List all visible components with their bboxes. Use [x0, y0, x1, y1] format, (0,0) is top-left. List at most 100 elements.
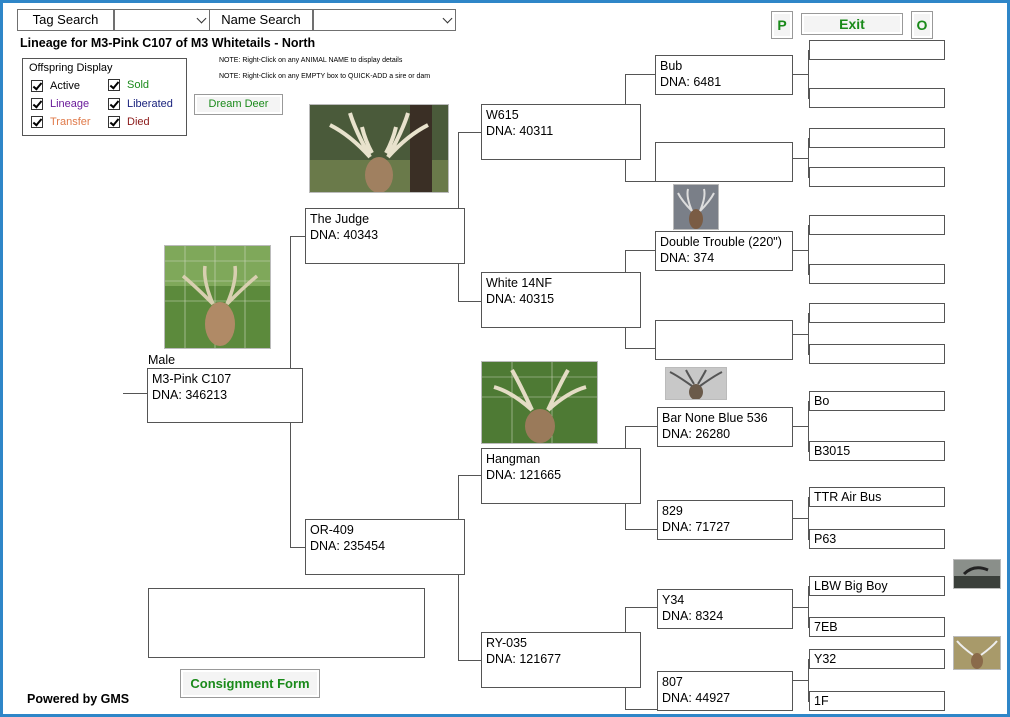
g4-box-12[interactable]: P63: [809, 529, 945, 549]
sold-label: Sold: [127, 79, 150, 91]
g3-name-3[interactable]: Double Trouble (220"): [660, 234, 788, 250]
g2-box-2[interactable]: White 14NF DNA: 40315: [481, 272, 641, 328]
checkbox-liberated[interactable]: Liberated: [108, 98, 173, 110]
checkbox-transfer[interactable]: Transfer: [31, 116, 91, 128]
g2-name-3[interactable]: Hangman: [486, 451, 636, 467]
g2-dna-3: DNA: 121665: [486, 468, 562, 482]
connector-line: [793, 426, 808, 427]
g3-dna-1: DNA: 6481: [660, 75, 722, 89]
g3-dna-5: DNA: 26280: [662, 427, 731, 441]
g3-name-7[interactable]: Y34: [662, 592, 788, 608]
connector-line: [625, 529, 657, 530]
g3-box-1[interactable]: Bub DNA: 6481: [655, 55, 793, 95]
g3-name-8[interactable]: 807: [662, 674, 788, 690]
deer-photo-the-judge[interactable]: [309, 104, 449, 193]
g3-name-1[interactable]: Bub: [660, 58, 788, 74]
root-animal-name[interactable]: M3-Pink C107: [152, 371, 298, 387]
g3-box-7[interactable]: Y34 DNA: 8324: [657, 589, 793, 629]
root-animal-box[interactable]: M3-Pink C107 DNA: 346213: [147, 368, 303, 423]
g3-box-2[interactable]: [655, 142, 793, 182]
note-right-click-empty: NOTE: Right-Click on any EMPTY box to QU…: [219, 73, 431, 80]
check-icon: [31, 98, 43, 110]
lineage-label: Lineage: [50, 98, 90, 110]
name-search-label: Name Search: [210, 10, 313, 30]
g4-box-10[interactable]: B3015: [809, 441, 945, 461]
g4-box-3[interactable]: [809, 128, 945, 148]
g2-name-1[interactable]: W615: [486, 107, 636, 123]
g3-box-4[interactable]: [655, 320, 793, 360]
tag-search-label: Tag Search: [18, 10, 114, 30]
g2-box-1[interactable]: W615 DNA: 40311: [481, 104, 641, 160]
g4-box-6[interactable]: [809, 264, 945, 284]
g4-box-2[interactable]: [809, 88, 945, 108]
g4-box-11[interactable]: TTR Air Bus: [809, 487, 945, 507]
deer-photo-lbw-big-boy[interactable]: [953, 559, 1001, 589]
notes-box[interactable]: [148, 588, 425, 658]
deer-photo-double-trouble[interactable]: [673, 184, 719, 230]
g3-box-3[interactable]: Double Trouble (220") DNA: 374: [655, 231, 793, 271]
connector-line: [290, 236, 305, 237]
tag-search-select[interactable]: [114, 9, 210, 31]
connector-line: [123, 393, 147, 394]
g2-name-2[interactable]: White 14NF: [486, 275, 636, 291]
g3-box-6[interactable]: 829 DNA: 71727: [657, 500, 793, 540]
deer-photo-hangman[interactable]: [481, 361, 598, 444]
liberated-label: Liberated: [127, 98, 173, 110]
connector-line: [625, 181, 655, 182]
g4-box-1[interactable]: [809, 40, 945, 60]
deer-photo-bar-none-blue[interactable]: [665, 367, 727, 400]
g4-box-16[interactable]: 1F: [809, 691, 945, 711]
connector-line: [458, 475, 481, 476]
transfer-label: Transfer: [50, 116, 91, 128]
checkbox-sold[interactable]: Sold: [108, 79, 149, 91]
g4-box-5[interactable]: [809, 215, 945, 235]
check-icon: [108, 98, 120, 110]
p-button[interactable]: P: [771, 11, 793, 39]
root-animal-dna: DNA: 346213: [152, 388, 228, 402]
name-search-label-box: Name Search: [209, 9, 314, 31]
g3-name-6[interactable]: 829: [662, 503, 788, 519]
g4-box-9[interactable]: Bo: [809, 391, 945, 411]
check-icon: [108, 116, 120, 128]
g2-dna-4: DNA: 121677: [486, 652, 562, 666]
exit-button[interactable]: Exit: [801, 13, 903, 35]
o-button[interactable]: O: [911, 11, 933, 39]
g3-box-5[interactable]: Bar None Blue 536 DNA: 26280: [657, 407, 793, 447]
deer-photo-y32[interactable]: [953, 636, 1001, 670]
died-label: Died: [127, 116, 150, 128]
g4-box-14[interactable]: 7EB: [809, 617, 945, 637]
root-sex: Male: [148, 353, 176, 367]
dream-deer-button[interactable]: Dream Deer: [194, 94, 283, 115]
g4-box-15[interactable]: Y32: [809, 649, 945, 669]
sire-box[interactable]: The Judge DNA: 40343: [305, 208, 465, 264]
g2-box-4[interactable]: RY-035 DNA: 121677: [481, 632, 641, 688]
page-title: Lineage for M3-Pink C107 of M3 Whitetail…: [20, 36, 316, 50]
connector-line: [793, 74, 808, 75]
checkbox-died[interactable]: Died: [108, 116, 150, 128]
name-search-select[interactable]: [313, 9, 456, 31]
g4-box-13[interactable]: LBW Big Boy: [809, 576, 945, 596]
active-label: Active: [50, 80, 80, 92]
g3-name-5[interactable]: Bar None Blue 536: [662, 410, 788, 426]
sire-name[interactable]: The Judge: [310, 211, 460, 227]
g4-box-7[interactable]: [809, 303, 945, 323]
offspring-display-panel: Offspring Display Active Sold Lineage Li…: [22, 58, 187, 136]
g4-box-4[interactable]: [809, 167, 945, 187]
g2-box-3[interactable]: Hangman DNA: 121665: [481, 448, 641, 504]
g3-box-8[interactable]: 807 DNA: 44927: [657, 671, 793, 711]
powered-by-footer: Powered by GMS: [27, 692, 130, 706]
connector-line: [625, 607, 657, 608]
connector-line: [458, 301, 481, 302]
checkbox-lineage[interactable]: Lineage: [31, 98, 89, 110]
deer-photo-m3-pink[interactable]: [164, 245, 271, 349]
sire-dna: DNA: 40343: [310, 228, 379, 242]
checkbox-active[interactable]: Active: [31, 80, 80, 92]
g4-box-8[interactable]: [809, 344, 945, 364]
dam-name[interactable]: OR-409: [310, 522, 460, 538]
tag-search-label-box: Tag Search: [17, 9, 115, 31]
dam-box[interactable]: OR-409 DNA: 235454: [305, 519, 465, 575]
connector-line: [793, 518, 808, 519]
connector-line: [625, 709, 657, 710]
consignment-form-button[interactable]: Consignment Form: [180, 669, 320, 698]
g2-name-4[interactable]: RY-035: [486, 635, 636, 651]
